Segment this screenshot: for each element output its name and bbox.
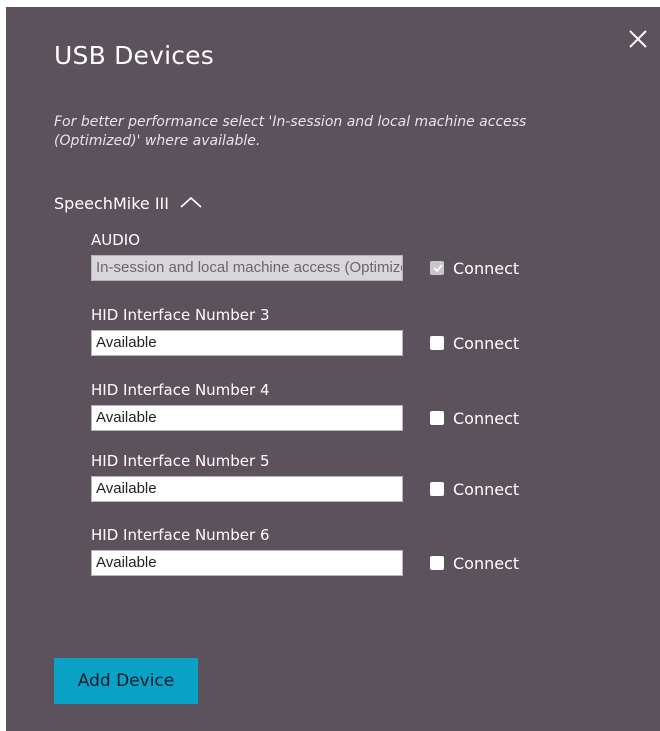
interface-audio: AUDIO In-session and local machine acces…	[91, 230, 551, 281]
connect-checkbox[interactable]: Connect	[430, 480, 519, 499]
connect-label: Connect	[453, 408, 520, 428]
connect-checkbox[interactable]: Connect	[430, 409, 519, 428]
checkbox[interactable]	[430, 556, 444, 570]
device-name: SpeechMike III	[54, 194, 169, 213]
connect-label: Connect	[453, 553, 520, 573]
checkmark-icon	[433, 264, 443, 273]
connect-checkbox[interactable]: Connect	[430, 334, 519, 353]
access-mode-select: In-session and local machine access (Opt…	[91, 255, 403, 281]
device-header-speechmike[interactable]: SpeechMike III	[54, 194, 203, 213]
interface-label: HID Interface Number 5	[91, 452, 270, 470]
add-device-button[interactable]: Add Device	[54, 658, 198, 704]
checkbox[interactable]	[430, 411, 444, 425]
access-mode-select[interactable]: Available	[91, 476, 403, 502]
close-icon	[629, 30, 647, 48]
dialog-title: USB Devices	[54, 41, 214, 70]
interface-hid-6: HID Interface Number 6 Available Connect	[91, 525, 551, 576]
interface-label: AUDIO	[91, 231, 141, 249]
chevron-up-icon	[179, 194, 203, 213]
checkbox	[430, 261, 444, 275]
connect-label: Connect	[453, 333, 520, 353]
close-button[interactable]	[626, 27, 650, 51]
access-mode-select[interactable]: Available	[91, 550, 403, 576]
checkbox[interactable]	[430, 482, 444, 496]
connect-checkbox: Connect	[430, 259, 519, 278]
usb-devices-dialog: USB Devices For better performance selec…	[6, 7, 660, 731]
connect-label: Connect	[453, 479, 520, 499]
interface-hid-5: HID Interface Number 5 Available Connect	[91, 451, 551, 502]
interface-label: HID Interface Number 3	[91, 306, 270, 324]
interface-hid-3: HID Interface Number 3 Available Connect	[91, 305, 551, 356]
connect-label: Connect	[453, 258, 520, 278]
performance-hint: For better performance select 'In-sessio…	[54, 114, 527, 149]
interface-hid-4: HID Interface Number 4 Available Connect	[91, 380, 551, 431]
connect-checkbox[interactable]: Connect	[430, 554, 519, 573]
checkbox[interactable]	[430, 336, 444, 350]
interface-label: HID Interface Number 6	[91, 526, 270, 544]
interface-label: HID Interface Number 4	[91, 381, 270, 399]
access-mode-select[interactable]: Available	[91, 330, 403, 356]
access-mode-select[interactable]: Available	[91, 405, 403, 431]
